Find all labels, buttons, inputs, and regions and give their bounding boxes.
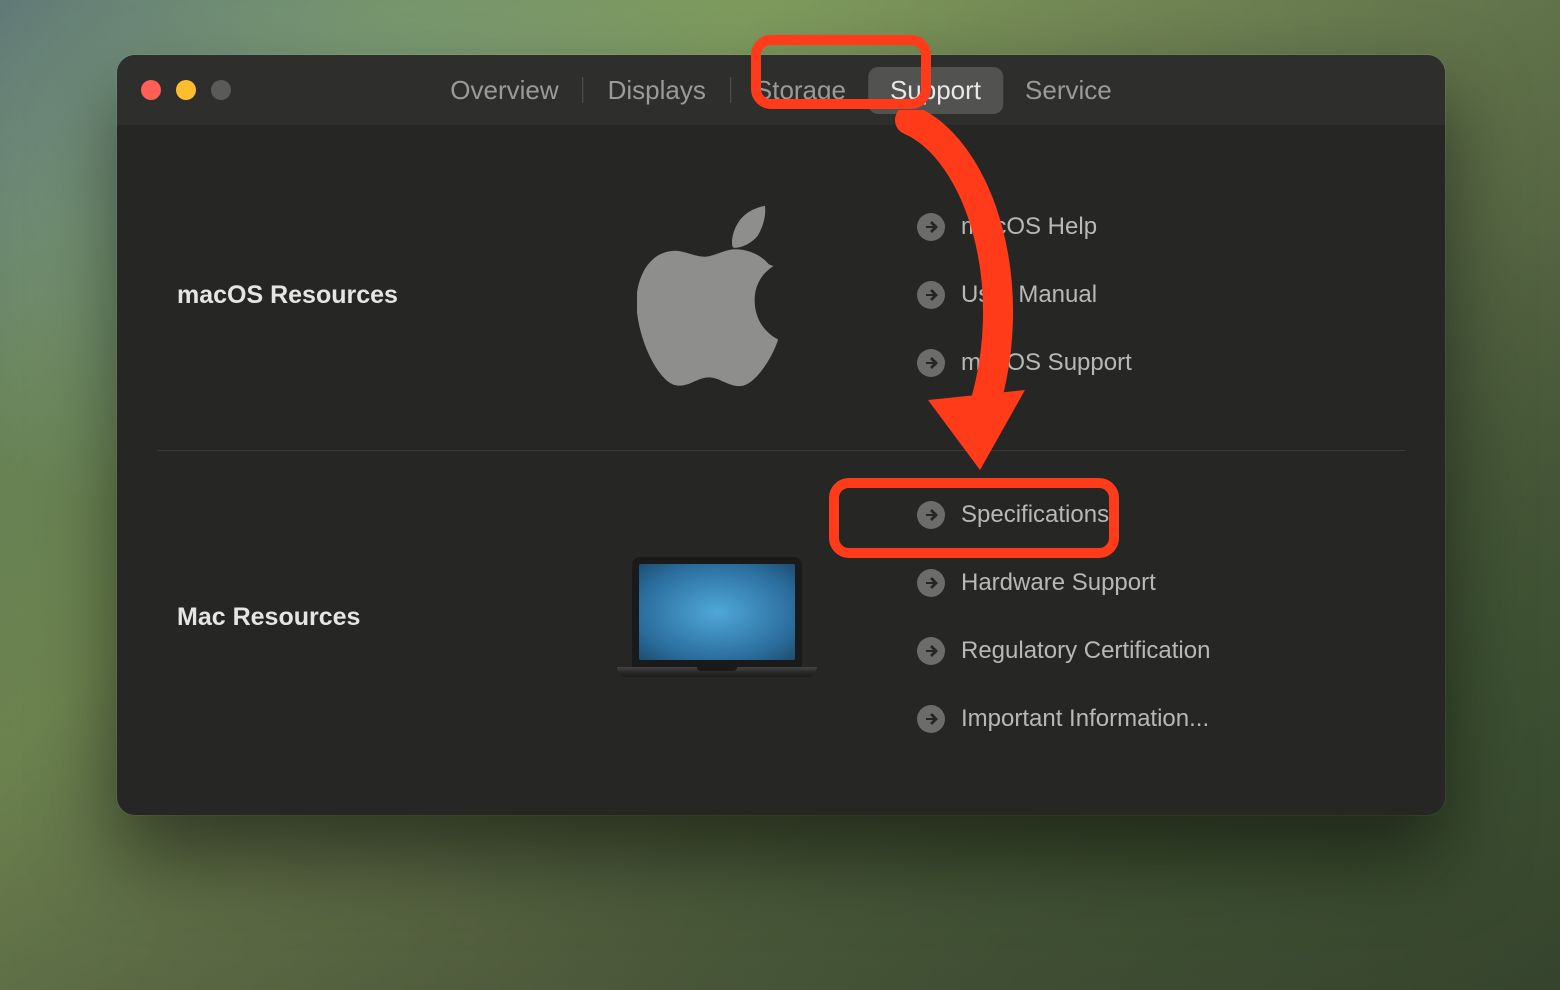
section-title: Mac Resources — [177, 603, 557, 632]
arrow-right-icon — [917, 213, 945, 241]
macos-resources-section: macOS Resources macOS Help — [117, 125, 1445, 450]
arrow-right-icon — [917, 637, 945, 665]
minimize-button[interactable] — [176, 80, 196, 100]
apple-logo-icon — [637, 195, 797, 395]
zoom-button[interactable] — [211, 80, 231, 100]
close-button[interactable] — [141, 80, 161, 100]
link-important-information[interactable]: Important Information... — [917, 705, 1385, 733]
link-label: Regulatory Certification — [961, 637, 1210, 665]
about-this-mac-window: Overview Displays Storage Support Servic… — [117, 55, 1445, 815]
link-hardware-support[interactable]: Hardware Support — [917, 569, 1385, 597]
section-title: macOS Resources — [177, 281, 557, 310]
arrow-right-icon — [917, 569, 945, 597]
link-label: Hardware Support — [961, 569, 1156, 597]
link-user-manual[interactable]: User Manual — [917, 281, 1385, 309]
link-label: macOS Support — [961, 349, 1132, 377]
window-controls — [141, 80, 231, 100]
link-macos-support[interactable]: macOS Support — [917, 349, 1385, 377]
tab-overview[interactable]: Overview — [428, 67, 580, 114]
macos-links: macOS Help User Manual macOS Support — [877, 213, 1385, 377]
mac-resources-section: Mac Resources Specifications — [157, 450, 1405, 783]
macbook-icon — [617, 557, 817, 677]
annotation-highlight-specifications — [829, 478, 1119, 558]
window-content: macOS Resources macOS Help — [117, 125, 1445, 815]
arrow-right-icon — [917, 705, 945, 733]
annotation-highlight-support-tab — [751, 35, 931, 109]
section-icon-area — [557, 557, 877, 677]
arrow-right-icon — [917, 349, 945, 377]
tab-service[interactable]: Service — [1003, 67, 1134, 114]
link-label: macOS Help — [961, 213, 1097, 241]
tab-divider — [583, 77, 584, 103]
link-label: Important Information... — [961, 705, 1209, 733]
section-icon-area — [557, 195, 877, 395]
tab-divider — [730, 77, 731, 103]
arrow-right-icon — [917, 281, 945, 309]
link-regulatory-certification[interactable]: Regulatory Certification — [917, 637, 1385, 665]
tab-displays[interactable]: Displays — [586, 67, 728, 114]
link-label: User Manual — [961, 281, 1097, 309]
link-macos-help[interactable]: macOS Help — [917, 213, 1385, 241]
